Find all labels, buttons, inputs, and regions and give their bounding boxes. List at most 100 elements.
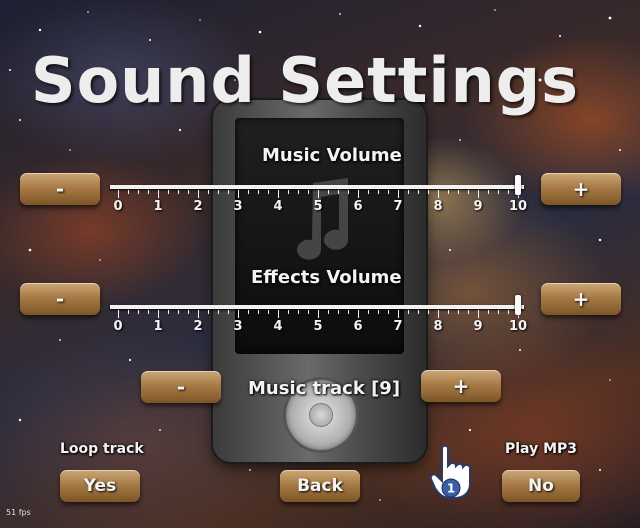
music-volume-label: Music Volume [262,145,402,166]
slider-tick-label: 6 [353,199,363,214]
slider-tick-label: 3 [233,199,243,214]
slider-handle[interactable] [515,175,521,195]
slider-minor-tick [458,310,459,314]
slider-minor-tick [418,190,419,194]
music-volume-plus-button[interactable]: + [541,173,621,205]
slider-tick [238,190,239,198]
slider-tick-label: 10 [508,199,528,214]
slider-minor-tick [168,310,169,314]
slider-minor-tick [428,190,429,194]
effects-volume-plus-button[interactable]: + [541,283,621,315]
slider-minor-tick [148,190,149,194]
effects-volume-minus-button[interactable]: - [20,283,100,315]
slider-minor-tick [488,310,489,314]
slider-minor-tick [128,310,129,314]
slider-minor-tick [308,310,309,314]
slider-minor-tick [418,310,419,314]
slider-tick [438,310,439,318]
slider-tick-label: 8 [433,199,443,214]
cursor-badge-number: 1 [447,482,455,496]
music-track-next-button[interactable]: + [421,370,501,402]
slider-minor-tick [458,190,459,194]
play-mp3-toggle-button[interactable]: No [502,470,580,502]
slider-minor-tick [448,310,449,314]
slider-minor-tick [378,190,379,194]
slider-tick-label: 5 [313,199,323,214]
loop-track-toggle-button[interactable]: Yes [60,470,140,502]
slider-minor-tick [218,310,219,314]
slider-minor-tick [268,190,269,194]
slider-tick-label: 1 [153,199,163,214]
slider-tick-label: 7 [393,199,403,214]
back-button[interactable]: Back [280,470,360,502]
slider-track[interactable] [110,185,524,189]
slider-minor-tick [338,190,339,194]
effects-volume-label: Effects Volume [251,267,402,288]
slider-tick [318,190,319,198]
slider-minor-tick [448,190,449,194]
slider-handle[interactable] [515,295,521,315]
slider-minor-tick [168,190,169,194]
slider-tick [278,190,279,198]
music-track-label: Music track [9] [248,378,401,399]
music-volume-slider[interactable]: 0 1 2 3 4 5 6 7 8 9 10 [110,175,527,223]
page-title: Sound Settings [30,44,580,117]
slider-tick [398,190,399,198]
music-track-previous-button[interactable]: - [141,371,221,403]
slider-tick [478,310,479,318]
slider-minor-tick [308,190,309,194]
slider-minor-tick [468,190,469,194]
slider-minor-tick [218,190,219,194]
slider-tick [238,310,239,318]
hand-cursor-icon: 1 [429,444,471,499]
slider-tick [438,190,439,198]
slider-minor-tick [498,190,499,194]
player-wheel-center [310,404,332,426]
slider-minor-tick [188,190,189,194]
slider-minor-tick [508,310,509,314]
slider-minor-tick [388,190,389,194]
loop-track-label: Loop track [60,441,144,457]
slider-minor-tick [208,190,209,194]
slider-minor-tick [288,190,289,194]
slider-minor-tick [328,310,329,314]
slider-minor-tick [498,310,499,314]
slider-minor-tick [288,310,289,314]
slider-tick-label: 6 [353,319,363,334]
slider-minor-tick [368,190,369,194]
fps-counter: 51 fps [6,508,31,517]
slider-tick [398,310,399,318]
slider-minor-tick [178,310,179,314]
slider-tick [478,190,479,198]
slider-minor-tick [228,310,229,314]
music-volume-minus-button[interactable]: - [20,173,100,205]
slider-track[interactable] [110,305,524,309]
slider-minor-tick [328,190,329,194]
slider-tick [118,310,119,318]
slider-tick-label: 4 [273,319,283,334]
slider-minor-tick [148,310,149,314]
slider-minor-tick [248,190,249,194]
slider-minor-tick [468,310,469,314]
play-mp3-label: Play MP3 [505,441,578,457]
slider-tick-label: 8 [433,319,443,334]
slider-tick [158,310,159,318]
effects-volume-slider[interactable]: 0 1 2 3 4 5 6 7 8 9 10 [110,295,527,343]
slider-tick [358,310,359,318]
slider-tick-label: 1 [153,319,163,334]
slider-tick [158,190,159,198]
slider-tick [118,190,119,198]
slider-minor-tick [268,310,269,314]
slider-tick [318,310,319,318]
slider-minor-tick [128,190,129,194]
slider-tick-label: 9 [473,199,483,214]
slider-minor-tick [258,190,259,194]
slider-tick-label: 7 [393,319,403,334]
slider-minor-tick [138,190,139,194]
slider-minor-tick [208,310,209,314]
slider-minor-tick [188,310,189,314]
slider-tick [278,310,279,318]
slider-tick-label: 5 [313,319,323,334]
slider-minor-tick [428,310,429,314]
slider-minor-tick [138,310,139,314]
